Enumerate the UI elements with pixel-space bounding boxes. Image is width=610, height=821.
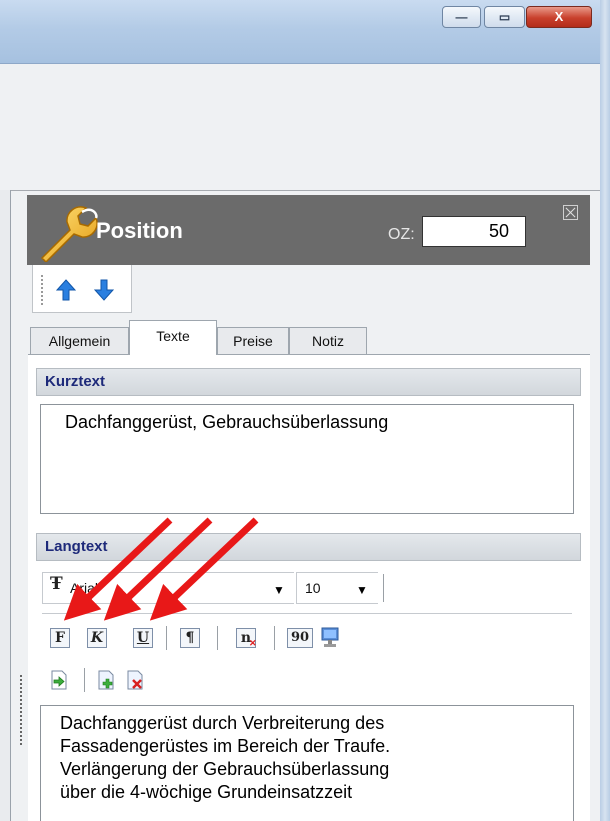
tab-texte[interactable]: Texte — [129, 320, 217, 355]
annotation-arrow — [149, 517, 259, 621]
annotation-arrows — [63, 517, 259, 621]
annotation-arrow — [103, 517, 213, 621]
annotation-arrow — [63, 517, 173, 621]
